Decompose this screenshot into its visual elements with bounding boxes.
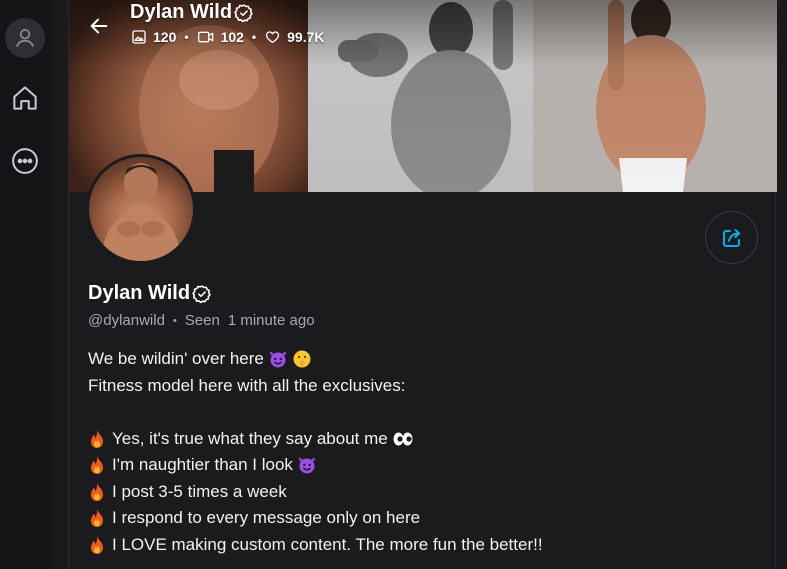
last-seen-time: 1 minute ago [227,312,315,329]
share-icon [722,228,740,247]
bio-bullet: I LOVE making custom content. The more f… [88,532,758,559]
likes-count: 99.7K [264,29,324,45]
verified-icon [192,284,211,303]
cover-title: Dylan Wild [130,1,254,24]
profile-name: Dylan Wild [88,282,212,305]
videos-count: 102 [197,29,244,45]
cover-image: Dylan Wild 120 • 102 • 99.7K [69,0,777,192]
bio-bullet-text: I'm naughtier than I look [112,455,293,474]
bio-bullet: I post 3-5 times a week [88,479,758,506]
bio-line: We be wildin' over here [88,346,758,373]
eyes-emoji-icon [392,431,414,447]
devil-emoji-icon [297,455,317,475]
fire-emoji-icon [88,535,106,555]
stat-separator: • [251,30,257,44]
video-icon [197,31,213,43]
fire-emoji-icon [88,455,106,475]
bio-bullet-text: I LOVE making custom content. The more f… [112,534,543,554]
profile-handle[interactable]: @dylanwild [88,312,165,329]
stat-separator: • [184,30,189,44]
shushing-face-emoji-icon [292,349,312,369]
left-nav-rail [0,0,52,569]
bio-line-text: We be wildin' over here [88,349,264,368]
bio-bullet-text: I post 3-5 times a week [112,481,287,501]
photos-count: 120 [131,29,176,45]
last-seen-label: Seen [184,312,220,329]
nav-more-button[interactable] [5,141,45,181]
fire-emoji-icon [88,429,106,449]
fire-emoji-icon [88,508,106,528]
profile-bio: We be wildin' over here Fitness model he… [88,346,758,558]
profile-avatar[interactable] [86,154,196,264]
heart-icon [265,31,280,43]
back-button[interactable] [81,8,117,44]
bio-bullet: I respond to every message only on here [88,505,758,532]
bio-bullet: I'm naughtier than I look [88,452,758,479]
bio-line: Fitness model here with all the exclusiv… [88,373,758,400]
photos-count-value: 120 [153,29,177,45]
fire-emoji-icon [88,482,106,502]
nav-user-avatar-button[interactable] [5,18,45,58]
cover-name-text: Dylan Wild [130,1,233,23]
user-icon [16,29,34,47]
app-root: Dylan Wild 120 • 102 • 99.7K Dylan Wild … [0,0,787,569]
likes-count-value: 99.7K [287,29,325,45]
bio-line-text: Fitness model here with all the exclusiv… [88,375,406,395]
profile-page: Dylan Wild 120 • 102 • 99.7K Dylan Wild … [68,0,777,569]
image-icon [132,30,146,44]
more-icon [12,148,38,174]
videos-count-value: 102 [220,29,244,45]
bio-spacer [88,399,758,426]
back-arrow-icon [90,18,108,34]
bio-bullet: Yes, it's true what they say about me [88,426,758,453]
devil-emoji-icon [268,349,288,369]
share-button[interactable] [705,211,758,264]
verified-icon [234,3,253,22]
bio-bullet-text: Yes, it's true what they say about me [112,428,388,448]
profile-meta: @dylanwild • Seen 1 minute ago [88,312,315,329]
profile-name-text: Dylan Wild [88,282,191,304]
nav-home-button[interactable] [5,78,45,118]
cover-stats: 120 • 102 • 99.7K [131,29,324,45]
home-icon [13,86,37,110]
meta-separator: • [172,314,177,327]
bio-bullet-text: I respond to every message only on here [112,508,421,527]
